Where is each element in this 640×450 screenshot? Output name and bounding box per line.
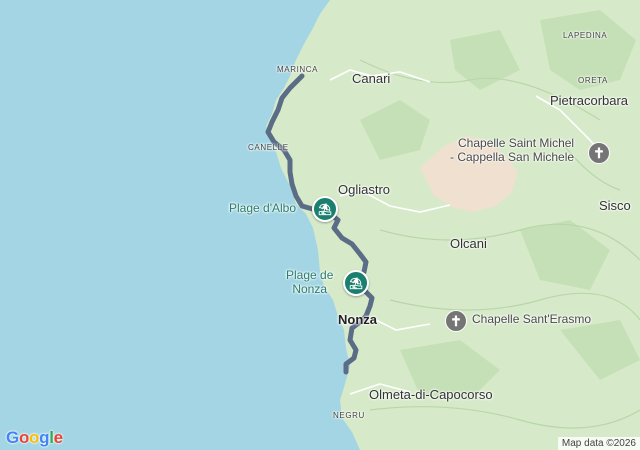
town-label-ogliastro: Ogliastro <box>338 182 391 197</box>
town-label-sisco: Sisco <box>599 198 631 213</box>
beach-umbrella-icon[interactable]: ⛱ <box>343 270 369 296</box>
poi-label-chapelle-sant-erasmo[interactable]: Chapelle Sant'Erasmo <box>472 312 591 327</box>
poi-label-line2: - Cappella San Michele <box>450 149 575 164</box>
map-terrain <box>0 0 640 450</box>
town-label-olmeta: Olmeta-di-Capocorso <box>369 387 493 402</box>
chapel-cross-icon[interactable]: ✝ <box>588 142 610 164</box>
beach-label-plage-nonza[interactable]: Plage de Nonza <box>286 268 334 297</box>
town-label-pietracorbara: Pietracorbara <box>550 93 629 108</box>
beach-label-plage-albo[interactable]: Plage d'Albo <box>229 201 296 216</box>
hamlet-label-lapedina: LAPEDINA <box>563 31 608 40</box>
hamlet-label-canelle: CANELLE <box>248 143 289 152</box>
map-attribution[interactable]: Map data ©2026 <box>557 437 640 450</box>
poi-label-line1: Chapelle Saint Michel <box>458 136 575 150</box>
beach-label-line1: Plage de <box>286 268 334 282</box>
town-label-canari: Canari <box>352 71 391 86</box>
hamlet-label-oreta: ORETA <box>578 76 608 85</box>
beach-label-line2: Nonza <box>292 281 328 296</box>
hamlet-label-marinca: MARINCA <box>277 65 319 74</box>
chapel-cross-icon[interactable]: ✝ <box>445 310 467 332</box>
poi-label-chapelle-saint-michel[interactable]: Chapelle Saint Michel - Cappella San Mic… <box>450 136 575 165</box>
town-label-nonza: Nonza <box>338 312 377 327</box>
beach-umbrella-icon[interactable]: ⛱ <box>312 196 338 222</box>
google-logo: Google <box>6 428 63 447</box>
hamlet-label-negru: NEGRU <box>333 411 365 420</box>
town-label-olcani: Olcani <box>450 236 487 251</box>
map-canvas[interactable]: MARINCA CANELLE LAPEDINA ORETA NEGRU Can… <box>0 0 640 450</box>
